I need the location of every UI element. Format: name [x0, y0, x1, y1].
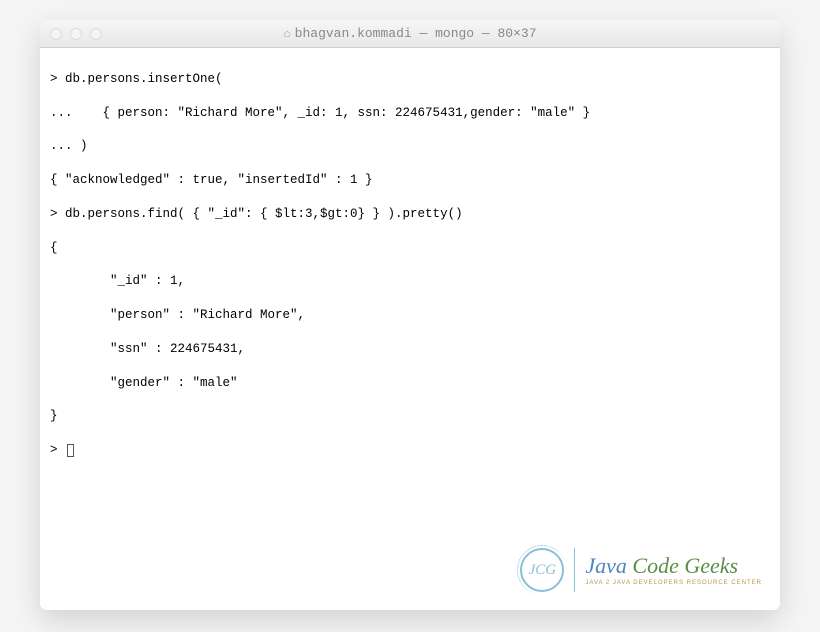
- terminal-line: > db.persons.insertOne(: [50, 71, 770, 88]
- window-title-text: bhagvan.kommadi — mongo — 80×37: [295, 26, 537, 41]
- watermark-divider: [574, 548, 575, 592]
- close-icon[interactable]: [50, 28, 62, 40]
- home-icon: ⌂: [283, 27, 290, 41]
- terminal-line: "gender" : "male": [50, 375, 770, 392]
- terminal-line: "person" : "Richard More",: [50, 307, 770, 324]
- window-title: ⌂ bhagvan.kommadi — mongo — 80×37: [40, 26, 780, 41]
- terminal-line: { "acknowledged" : true, "insertedId" : …: [50, 172, 770, 189]
- terminal-line: ... ): [50, 138, 770, 155]
- minimize-icon[interactable]: [70, 28, 82, 40]
- terminal-line: }: [50, 408, 770, 425]
- watermark-brand: Java Code Geeks: [585, 555, 762, 577]
- terminal-content[interactable]: > db.persons.insertOne( ... { person: "R…: [40, 48, 780, 610]
- traffic-lights: [50, 28, 102, 40]
- terminal-line: ... { person: "Richard More", _id: 1, ss…: [50, 105, 770, 122]
- watermark-text: Java Code Geeks JAVA 2 JAVA DEVELOPERS R…: [585, 555, 762, 586]
- terminal-line: {: [50, 240, 770, 257]
- badge-text: JCG: [529, 562, 557, 579]
- brand-rest: Code Geeks: [632, 553, 738, 578]
- window-titlebar[interactable]: ⌂ bhagvan.kommadi — mongo — 80×37: [40, 20, 780, 48]
- brand-java: Java: [585, 553, 632, 578]
- terminal-line: > db.persons.find( { "_id": { $lt:3,$gt:…: [50, 206, 770, 223]
- watermark-logo: JCG Java Code Geeks JAVA 2 JAVA DEVELOPE…: [520, 548, 762, 592]
- zoom-icon[interactable]: [90, 28, 102, 40]
- terminal-line: "ssn" : 224675431,: [50, 341, 770, 358]
- jcg-badge-icon: JCG: [520, 548, 564, 592]
- terminal-prompt-line: >: [50, 442, 770, 459]
- watermark-tagline: JAVA 2 JAVA DEVELOPERS RESOURCE CENTER: [585, 580, 762, 586]
- terminal-window: ⌂ bhagvan.kommadi — mongo — 80×37 > db.p…: [40, 20, 780, 610]
- terminal-prompt: >: [50, 443, 65, 457]
- cursor-icon: [67, 444, 74, 457]
- terminal-line: "_id" : 1,: [50, 273, 770, 290]
